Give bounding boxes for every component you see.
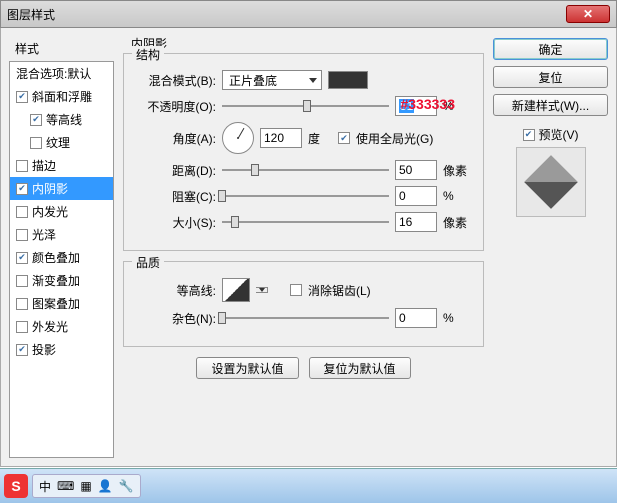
noise-slider[interactable]: [222, 309, 389, 327]
window-title: 图层样式: [7, 6, 566, 23]
noise-unit: %: [443, 311, 471, 325]
blend-mode-value: 正片叠底: [229, 72, 277, 89]
structure-fieldset: 结构 混合模式(B): 正片叠底 不透明度(O): 51 % 角度: [123, 53, 484, 251]
style-checkbox[interactable]: [16, 275, 28, 287]
style-checkbox[interactable]: [16, 91, 28, 103]
antialias-checkbox[interactable]: [290, 284, 302, 296]
noise-input[interactable]: 0: [395, 308, 437, 328]
distance-slider[interactable]: [222, 161, 389, 179]
quality-fieldset: 品质 等高线: 消除锯齿(L) 杂色(N): 0 %: [123, 261, 484, 347]
set-default-button[interactable]: 设置为默认值: [196, 357, 298, 379]
style-item-label: 描边: [32, 157, 56, 174]
style-checkbox[interactable]: [16, 298, 28, 310]
size-label: 大小(S):: [136, 214, 216, 231]
angle-dial[interactable]: [222, 122, 254, 154]
style-item-label: 混合选项:默认: [16, 65, 91, 82]
noise-label: 杂色(N):: [136, 310, 216, 327]
style-list-item[interactable]: 投影: [10, 338, 113, 361]
style-list-item[interactable]: 内发光: [10, 200, 113, 223]
choke-input[interactable]: 0: [395, 186, 437, 206]
style-item-label: 图案叠加: [32, 295, 80, 312]
global-light-label: 使用全局光(G): [356, 130, 433, 147]
style-list-item[interactable]: 混合选项:默认: [10, 62, 113, 85]
style-list-item[interactable]: 光泽: [10, 223, 113, 246]
style-checkbox[interactable]: [30, 137, 42, 149]
style-item-label: 纹理: [46, 134, 70, 151]
style-checkbox[interactable]: [16, 206, 28, 218]
blend-mode-label: 混合模式(B):: [136, 72, 216, 89]
size-unit: 像素: [443, 214, 471, 231]
style-list-item[interactable]: 颜色叠加: [10, 246, 113, 269]
preview-thumbnail: [516, 147, 586, 217]
grid-icon: ▦: [80, 479, 91, 493]
styles-header: 样式: [9, 36, 114, 61]
style-item-label: 颜色叠加: [32, 249, 80, 266]
quality-legend: 品质: [132, 254, 164, 271]
choke-slider[interactable]: [222, 187, 389, 205]
choke-unit: %: [443, 189, 471, 203]
color-annotation: #333333: [400, 96, 455, 112]
wrench-icon: 🔧: [119, 479, 134, 493]
distance-unit: 像素: [443, 162, 471, 179]
sogou-ime-icon[interactable]: S: [4, 474, 28, 498]
style-list-item[interactable]: 图案叠加: [10, 292, 113, 315]
style-list-item[interactable]: 描边: [10, 154, 113, 177]
size-slider[interactable]: [222, 213, 389, 231]
opacity-label: 不透明度(O):: [136, 98, 216, 115]
blend-mode-dropdown[interactable]: 正片叠底: [222, 70, 322, 90]
size-input[interactable]: 16: [395, 212, 437, 232]
style-list-item[interactable]: 内阴影: [10, 177, 113, 200]
style-list-item[interactable]: 渐变叠加: [10, 269, 113, 292]
user-icon: 👤: [98, 479, 113, 493]
style-item-label: 斜面和浮雕: [32, 88, 92, 105]
reset-default-button[interactable]: 复位为默认值: [309, 357, 411, 379]
choke-label: 阻塞(C):: [136, 188, 216, 205]
ime-bar[interactable]: 中 ⌨ ▦ 👤 🔧: [32, 474, 141, 498]
angle-label: 角度(A):: [136, 130, 216, 147]
structure-legend: 结构: [132, 46, 164, 63]
global-light-checkbox[interactable]: [338, 132, 350, 144]
taskbar: S 中 ⌨ ▦ 👤 🔧: [0, 468, 617, 503]
shadow-color-swatch[interactable]: [328, 71, 368, 89]
style-checkbox[interactable]: [16, 160, 28, 172]
contour-label: 等高线:: [136, 282, 216, 299]
style-item-label: 内发光: [32, 203, 68, 220]
style-item-label: 等高线: [46, 111, 82, 128]
chevron-down-icon: [309, 78, 317, 83]
close-button[interactable]: ✕: [566, 5, 610, 23]
style-item-label: 内阴影: [32, 180, 68, 197]
style-checkbox[interactable]: [16, 321, 28, 333]
style-checkbox[interactable]: [30, 114, 42, 126]
contour-dropdown[interactable]: [256, 287, 268, 293]
style-item-label: 投影: [32, 341, 56, 358]
style-checkbox[interactable]: [16, 183, 28, 195]
opacity-slider[interactable]: [222, 97, 389, 115]
styles-list: 混合选项:默认斜面和浮雕等高线纹理描边内阴影内发光光泽颜色叠加渐变叠加图案叠加外…: [9, 61, 114, 458]
new-style-button[interactable]: 新建样式(W)...: [493, 94, 608, 116]
style-item-label: 光泽: [32, 226, 56, 243]
ok-button[interactable]: 确定: [493, 38, 608, 60]
style-checkbox[interactable]: [16, 252, 28, 264]
keyboard-icon: ⌨: [57, 479, 74, 493]
close-icon: ✕: [583, 7, 593, 21]
angle-unit: 度: [308, 130, 320, 147]
contour-picker[interactable]: [222, 278, 250, 302]
ime-lang: 中: [39, 478, 51, 495]
style-checkbox[interactable]: [16, 344, 28, 356]
style-list-item[interactable]: 外发光: [10, 315, 113, 338]
style-checkbox[interactable]: [16, 229, 28, 241]
angle-input[interactable]: 120: [260, 128, 302, 148]
antialias-label: 消除锯齿(L): [308, 282, 371, 299]
preview-checkbox[interactable]: [523, 129, 535, 141]
preview-label: 预览(V): [539, 126, 579, 143]
preview-shape-icon: [524, 155, 578, 209]
distance-label: 距离(D):: [136, 162, 216, 179]
style-list-item[interactable]: 纹理: [10, 131, 113, 154]
distance-input[interactable]: 50: [395, 160, 437, 180]
style-item-label: 渐变叠加: [32, 272, 80, 289]
style-list-item[interactable]: 等高线: [10, 108, 113, 131]
reset-button[interactable]: 复位: [493, 66, 608, 88]
style-list-item[interactable]: 斜面和浮雕: [10, 85, 113, 108]
style-item-label: 外发光: [32, 318, 68, 335]
